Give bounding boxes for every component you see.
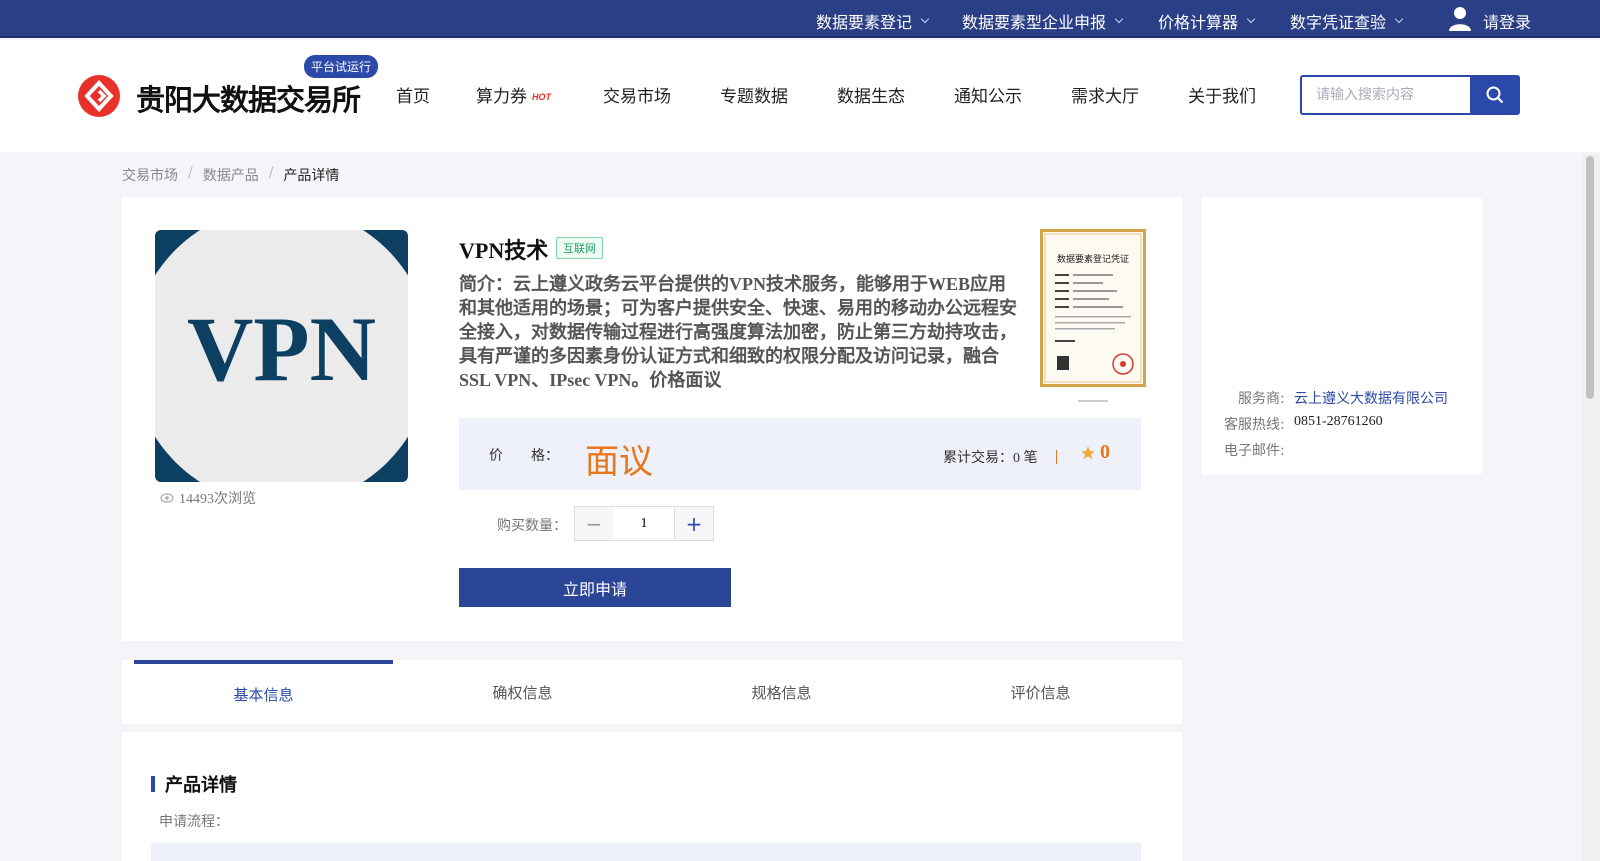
certificate-verify-menu[interactable]: 数字凭证查验: [1290, 9, 1404, 33]
chevron-down-icon: [1114, 14, 1124, 24]
nav-about[interactable]: 关于我们: [1188, 82, 1256, 107]
divider: [1056, 450, 1057, 464]
rating: 0: [1080, 441, 1110, 464]
product-image: VPN: [155, 230, 408, 482]
registration-certificate-thumbnail[interactable]: 数据要素登记凭证: [1040, 229, 1146, 387]
menu-label: 数据要素型企业申报: [962, 15, 1107, 32]
view-count: 14493次浏览: [160, 488, 256, 508]
certificate-indicator: [1078, 400, 1108, 402]
search-button[interactable]: [1470, 75, 1520, 115]
hotline-value: 0851-28761260: [1294, 414, 1383, 429]
service-provider-link[interactable]: 云上遵义大数据有限公司: [1294, 388, 1448, 408]
nav-ecosystem[interactable]: 数据生态: [837, 82, 905, 107]
top-utility-bar: 数据要素登记 数据要素型企业申报 价格计算器 数字凭证查验 请登录: [0, 0, 1600, 38]
data-element-registration-menu[interactable]: 数据要素登记: [816, 9, 930, 33]
nav-topic-data[interactable]: 专题数据: [720, 82, 788, 107]
chevron-down-icon: [920, 14, 930, 24]
quantity-increase-button[interactable]: +: [674, 506, 714, 541]
enterprise-declaration-menu[interactable]: 数据要素型企业申报: [962, 9, 1124, 33]
tab-basic-info[interactable]: 基本信息: [134, 660, 393, 724]
quantity-input[interactable]: [613, 506, 675, 541]
hot-badge: HOT: [532, 92, 551, 102]
quantity-decrease-button[interactable]: −: [574, 506, 614, 541]
login-label: 请登录: [1483, 15, 1532, 32]
star-icon: [1081, 445, 1095, 459]
nav-compute-voucher[interactable]: 算力券: [476, 82, 527, 107]
user-icon[interactable]: [1448, 6, 1472, 32]
login-link[interactable]: 请登录: [1483, 9, 1531, 33]
exchange-logo-icon[interactable]: [78, 75, 120, 117]
main-header: 贵阳大数据交易所 平台试运行 首页 算力券 HOT 交易市场 专题数据 数据生态…: [0, 40, 1600, 152]
service-provider-label: 服务商:: [1238, 391, 1285, 407]
product-image-text: VPN: [187, 298, 376, 400]
price-value: 面议: [585, 442, 653, 482]
rating-value: 0: [1100, 441, 1110, 463]
breadcrumb-current: 产品详情: [283, 168, 340, 184]
detail-tabs: 基本信息 确权信息 规格信息 评价信息: [122, 660, 1182, 724]
menu-label: 数据要素登记: [816, 15, 913, 32]
breadcrumb-separator: /: [268, 165, 274, 181]
category-tag: 互联网: [556, 237, 603, 259]
certificate-title: 数据要素登记凭证: [1057, 253, 1129, 265]
tab-rights-info[interactable]: 确权信息: [393, 660, 652, 724]
scrollbar-thumb[interactable]: [1586, 156, 1594, 399]
breadcrumb: 交易市场 / 数据产品 / 产品详情: [122, 165, 339, 185]
application-flow-label: 申请流程：: [159, 814, 229, 830]
section-accent-bar: [151, 776, 155, 792]
quantity-label: 购买数量：: [497, 519, 567, 534]
nav-market[interactable]: 交易市场: [603, 82, 671, 107]
menu-label: 价格计算器: [1158, 15, 1239, 32]
section-title: 产品详情: [165, 775, 237, 796]
chevron-down-icon: [1394, 14, 1404, 24]
search-icon: [1486, 86, 1504, 104]
price-label: 价 格：: [489, 449, 559, 464]
nav-notices[interactable]: 通知公示: [954, 82, 1022, 107]
breadcrumb-separator: /: [188, 165, 193, 181]
price-panel: [459, 418, 1141, 490]
trial-badge: 平台试运行: [304, 55, 379, 78]
tab-spec-info[interactable]: 规格信息: [652, 660, 911, 724]
nav-home[interactable]: 首页: [396, 82, 430, 107]
view-count-text: 14493次浏览: [179, 492, 256, 507]
search-input[interactable]: [1300, 75, 1472, 115]
price-calculator-menu[interactable]: 价格计算器: [1158, 9, 1256, 33]
apply-now-button[interactable]: 立即申请: [459, 568, 731, 607]
application-flow-box: [151, 843, 1141, 861]
product-intro: 简介：云上遵义政务云平台提供的VPN技术服务，能够用于WEB应用和其他适用的场景…: [459, 274, 1017, 390]
chevron-down-icon: [1246, 14, 1256, 24]
email-label: 电子邮件:: [1224, 443, 1285, 459]
product-detail-section: [122, 732, 1182, 861]
site-name[interactable]: 贵阳大数据交易所: [136, 77, 361, 119]
cumulative-trades: 累计交易：0 笔: [943, 451, 1038, 466]
breadcrumb-market[interactable]: 交易市场: [122, 165, 178, 185]
breadcrumb-data-products[interactable]: 数据产品: [203, 165, 259, 185]
nav-demand-hall[interactable]: 需求大厅: [1071, 82, 1139, 107]
eye-icon: [160, 493, 174, 503]
hotline-label: 客服热线:: [1224, 417, 1285, 433]
tab-review-info[interactable]: 评价信息: [911, 660, 1170, 724]
product-title: VPN技术: [459, 238, 549, 263]
menu-label: 数字凭证查验: [1290, 15, 1387, 32]
